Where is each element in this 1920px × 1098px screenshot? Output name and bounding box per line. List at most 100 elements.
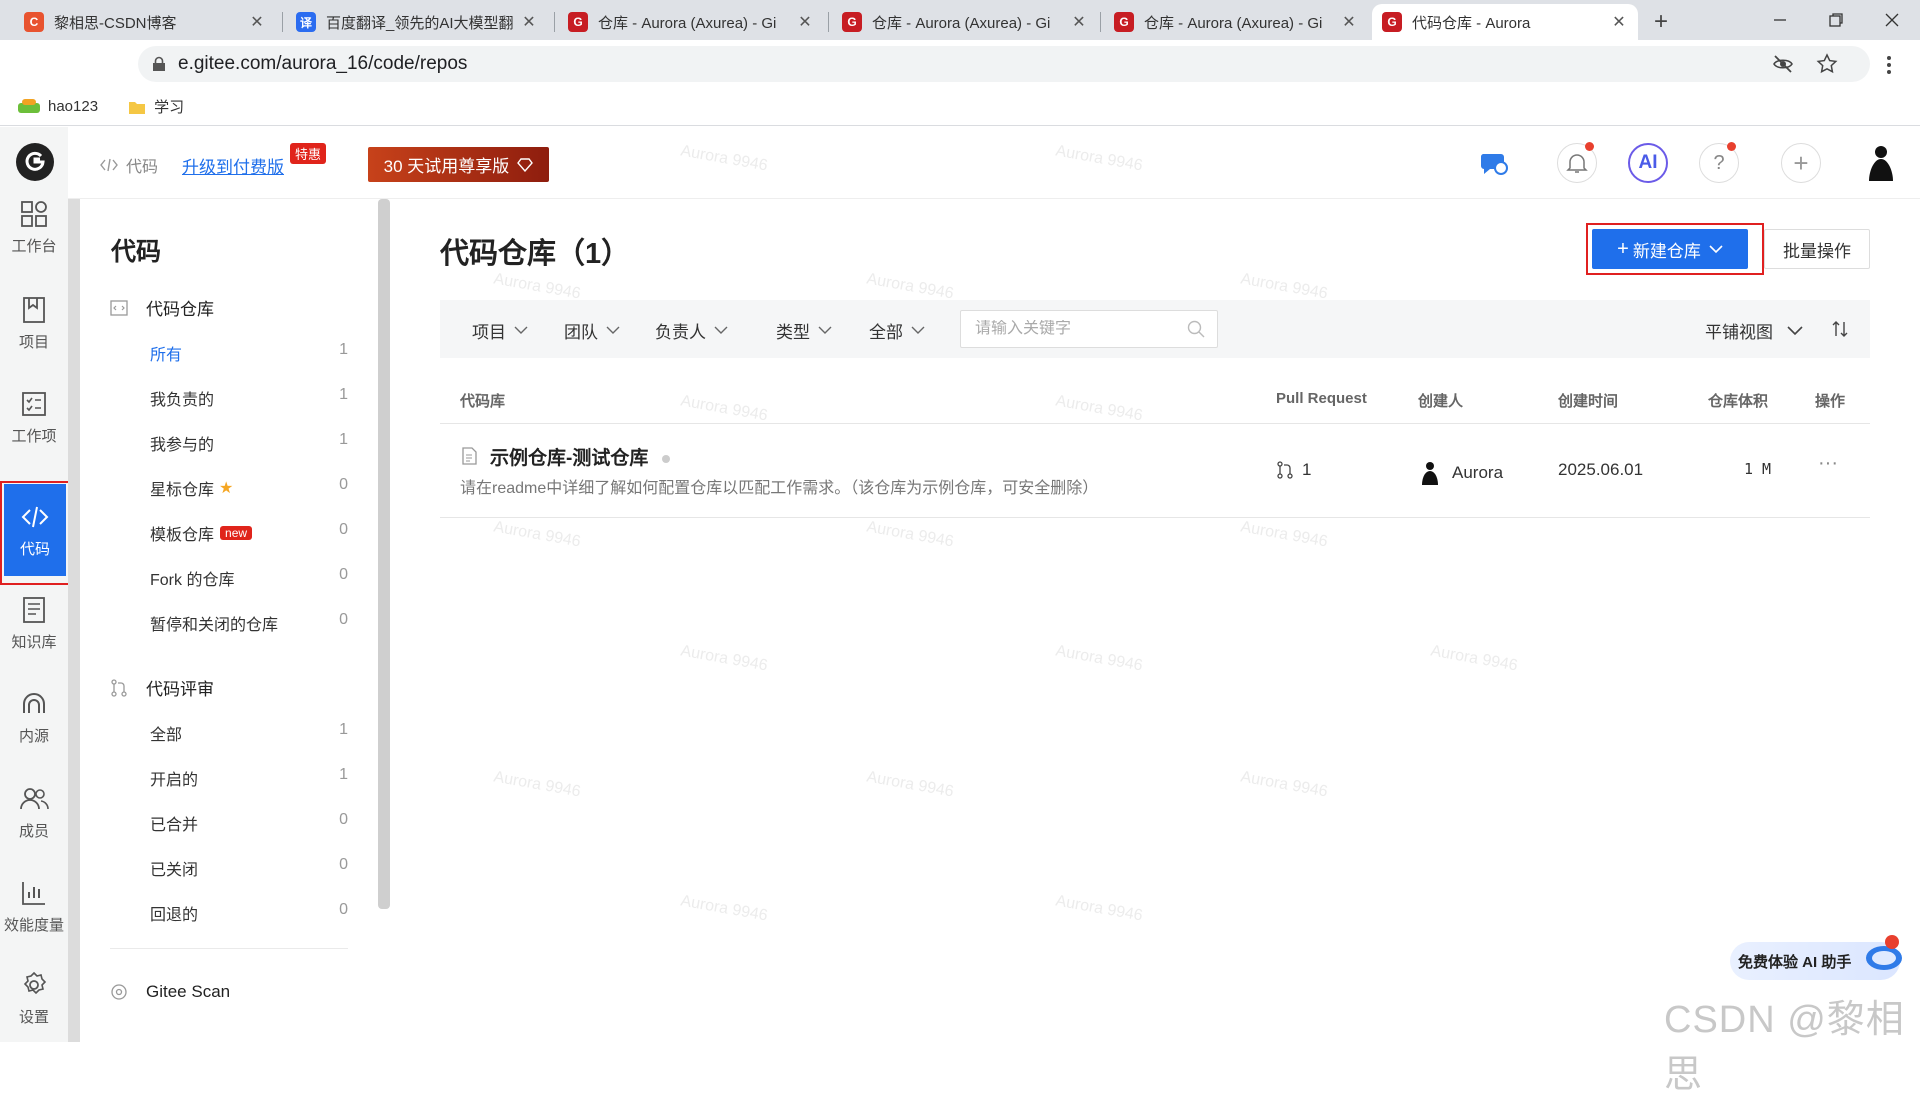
star-bookmark-icon[interactable] bbox=[1816, 53, 1838, 75]
user-avatar[interactable] bbox=[1866, 143, 1896, 183]
filter-owner-dropdown[interactable]: 负责人 bbox=[655, 318, 728, 343]
search-icon[interactable] bbox=[1187, 320, 1205, 338]
browser-tab[interactable]: G 仓库 - Aurora (Axurea) - Gi ✕ bbox=[832, 4, 1098, 40]
rail-label: 项目 bbox=[18, 333, 49, 351]
close-tab-icon[interactable]: ✕ bbox=[1070, 12, 1088, 32]
tab-title: 仓库 - Aurora (Axurea) - Gi bbox=[872, 14, 1051, 32]
browser-tab[interactable]: G 仓库 - Aurora (Axurea) - Gi ✕ bbox=[558, 4, 824, 40]
rail-item-members[interactable]: 成员 bbox=[0, 772, 68, 852]
browser-menu-icon[interactable] bbox=[1886, 54, 1892, 76]
rail-item-settings[interactable]: 设置 bbox=[0, 958, 68, 1038]
eye-off-icon[interactable] bbox=[1772, 53, 1794, 75]
creator-avatar bbox=[1422, 462, 1438, 485]
sidebar-section-scan[interactable]: Gitee Scan bbox=[110, 982, 230, 1002]
close-tab-icon[interactable]: ✕ bbox=[1340, 12, 1358, 32]
filter-label: 全部 bbox=[869, 323, 903, 342]
help-icon[interactable]: ? bbox=[1699, 142, 1739, 183]
innersource-icon bbox=[23, 692, 45, 713]
sidebar-divider bbox=[110, 948, 348, 949]
url-bar[interactable]: e.gitee.com/aurora_16/code/repos bbox=[138, 46, 1870, 82]
item-label: 已合并 bbox=[150, 817, 199, 834]
notification-bell-icon[interactable] bbox=[1557, 142, 1597, 183]
sidebar-item-participated[interactable]: 我参与的 1 bbox=[150, 431, 348, 455]
rail-item-knowledge[interactable]: 知识库 bbox=[0, 583, 68, 663]
repo-icon bbox=[110, 299, 128, 316]
sidebar-item-all[interactable]: 所有 1 bbox=[150, 341, 348, 365]
rail-item-metrics[interactable]: 效能度量 bbox=[0, 866, 68, 946]
gitee-logo-icon[interactable] bbox=[16, 143, 54, 181]
restore-icon[interactable] bbox=[1808, 0, 1864, 40]
search-input[interactable] bbox=[975, 320, 1175, 338]
creator[interactable]: Aurora bbox=[1420, 460, 1503, 486]
rail-item-workbench[interactable]: 工作台 bbox=[0, 187, 68, 267]
watermark: Aurora 9946 bbox=[492, 270, 582, 303]
close-tab-icon[interactable]: ✕ bbox=[796, 12, 814, 32]
breadcrumb-label: 代码 bbox=[126, 159, 159, 176]
sidebar-item-review-merged[interactable]: 已合并 0 bbox=[150, 811, 348, 835]
project-icon bbox=[23, 296, 45, 323]
pull-request-count[interactable]: 1 bbox=[1276, 460, 1311, 480]
view-mode-dropdown[interactable]: 平铺视图 bbox=[1705, 318, 1803, 343]
item-label: 模板仓库 bbox=[150, 527, 215, 544]
trial-premium-button[interactable]: 30 天试用尊享版 bbox=[368, 147, 549, 182]
close-tab-icon[interactable]: ✕ bbox=[1610, 12, 1628, 32]
left-scrollbar[interactable] bbox=[68, 199, 80, 1042]
status-dot bbox=[661, 454, 670, 463]
view-mode-label: 平铺视图 bbox=[1705, 323, 1773, 342]
browser-tab[interactable]: C 黎相思-CSDN博客 ✕ bbox=[14, 4, 276, 40]
col-header-created: 创建时间 bbox=[1558, 393, 1619, 410]
close-tab-icon[interactable]: ✕ bbox=[248, 12, 266, 32]
sidebar-item-review-reverted[interactable]: 回退的 0 bbox=[150, 901, 348, 925]
rail-item-workitem[interactable]: 工作项 bbox=[0, 377, 68, 457]
watermark: Aurora 9946 bbox=[865, 768, 955, 801]
browser-tab[interactable]: 译 百度翻译_领先的AI大模型翻 ✕ bbox=[286, 4, 548, 40]
more-actions-icon[interactable]: ··· bbox=[1818, 452, 1838, 475]
repo-name-link[interactable]: 示例仓库-测试仓库 bbox=[490, 443, 670, 470]
ai-assistant-icon[interactable]: AI bbox=[1628, 143, 1668, 183]
sidebar-item-starred[interactable]: 星标仓库 ★ 0 bbox=[150, 476, 348, 500]
upgrade-link[interactable]: 升级到付费版 bbox=[182, 153, 284, 178]
breadcrumb: 代码 bbox=[100, 153, 158, 177]
filter-team-dropdown[interactable]: 团队 bbox=[564, 318, 620, 343]
chevron-down-icon bbox=[818, 326, 832, 334]
filter-type-dropdown[interactable]: 类型 bbox=[776, 318, 832, 343]
rail-item-project[interactable]: 项目 bbox=[0, 283, 68, 363]
close-tab-icon[interactable]: ✕ bbox=[520, 12, 538, 32]
new-badge: new bbox=[220, 526, 253, 540]
robot-mascot-icon[interactable] bbox=[1862, 932, 1906, 976]
repo-name: 示例仓库-测试仓库 bbox=[490, 448, 649, 469]
bookmark-folder-study[interactable]: 学习 bbox=[128, 96, 184, 117]
filter-all-dropdown[interactable]: 全部 bbox=[869, 318, 925, 343]
sidebar-section-repos[interactable]: 代码仓库 bbox=[110, 295, 214, 320]
window-close-icon[interactable] bbox=[1864, 0, 1920, 40]
browser-tab-active[interactable]: G 代码仓库 - Aurora ✕ bbox=[1372, 4, 1638, 40]
csdn-favicon-icon: C bbox=[24, 12, 44, 32]
settings-icon bbox=[23, 971, 47, 994]
add-icon[interactable]: + bbox=[1781, 143, 1821, 183]
rail-item-innersource[interactable]: 内源 bbox=[0, 677, 68, 757]
sidebar-item-mine[interactable]: 我负责的 1 bbox=[150, 386, 348, 410]
sidebar-item-review-closed[interactable]: 已关闭 0 bbox=[150, 856, 348, 880]
section-label: 代码评审 bbox=[146, 680, 214, 699]
bookmark-label: hao123 bbox=[48, 98, 99, 115]
item-count: 1 bbox=[339, 721, 348, 738]
sort-icon[interactable] bbox=[1832, 320, 1848, 338]
new-tab-icon[interactable]: + bbox=[1654, 8, 1668, 36]
sidebar-item-templates[interactable]: 模板仓库 new 0 bbox=[150, 521, 348, 545]
item-label: 我负责的 bbox=[150, 392, 215, 409]
rail-label: 工作项 bbox=[11, 427, 57, 445]
bookmark-hao123[interactable]: hao123 bbox=[18, 98, 98, 115]
sidebar-scrollbar[interactable] bbox=[378, 199, 390, 909]
sidebar-section-review[interactable]: 代码评审 bbox=[110, 675, 214, 700]
filter-project-dropdown[interactable]: 项目 bbox=[472, 318, 528, 343]
minimize-icon[interactable] bbox=[1752, 0, 1808, 40]
section-label: Gitee Scan bbox=[146, 982, 231, 1001]
sidebar-item-review-open[interactable]: 开启的 1 bbox=[150, 766, 348, 790]
sidebar-item-closed[interactable]: 暂停和关闭的仓库 0 bbox=[150, 611, 348, 635]
rail-label: 成员 bbox=[18, 822, 49, 840]
batch-operation-button[interactable]: 批量操作 bbox=[1764, 229, 1870, 269]
browser-tab[interactable]: G 仓库 - Aurora (Axurea) - Gi ✕ bbox=[1104, 4, 1368, 40]
sidebar-item-forks[interactable]: Fork 的仓库 0 bbox=[150, 566, 348, 590]
chat-icon[interactable] bbox=[1474, 143, 1514, 183]
sidebar-item-review-all[interactable]: 全部 1 bbox=[150, 721, 348, 745]
